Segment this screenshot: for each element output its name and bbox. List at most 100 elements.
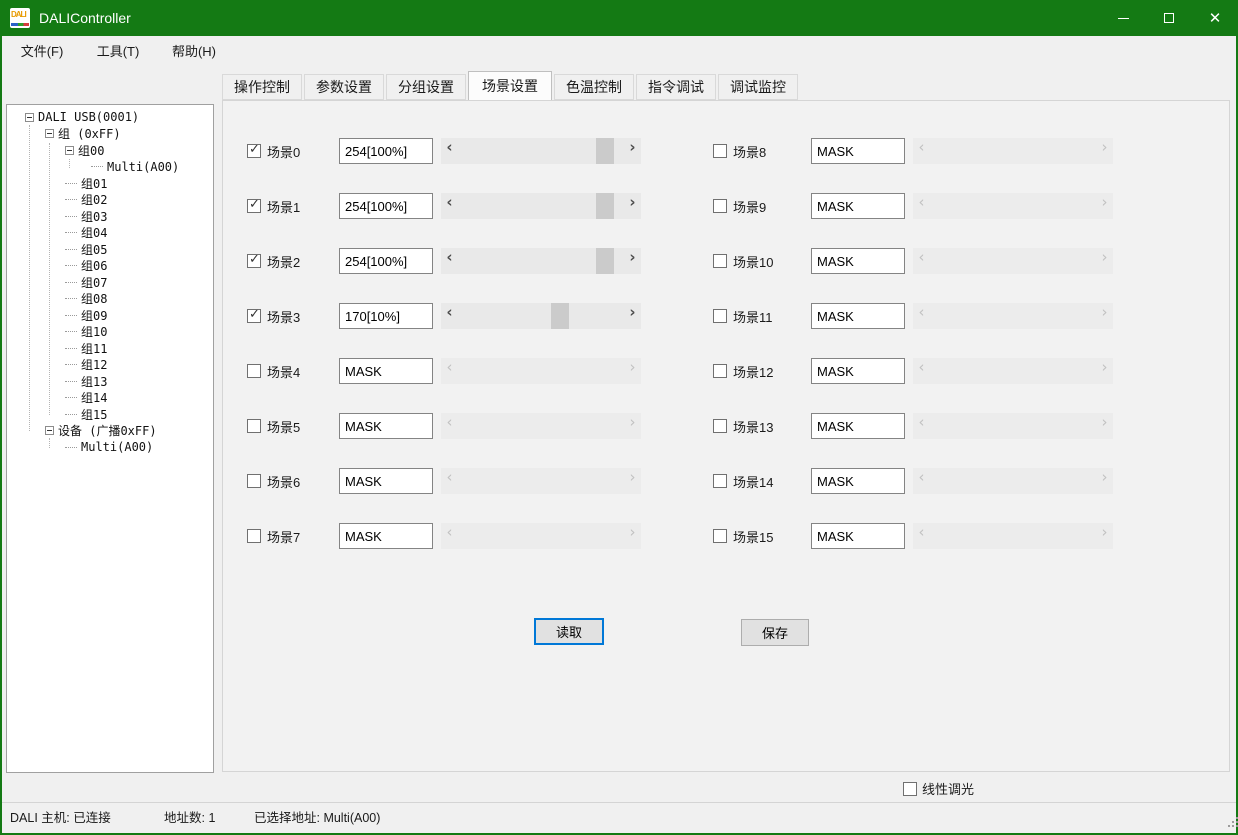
tab[interactable]: 分组设置 bbox=[386, 74, 466, 100]
scene-value-input[interactable] bbox=[811, 248, 905, 274]
scene-scrollbar[interactable]: ‹ › bbox=[441, 303, 641, 329]
scene-checkbox[interactable]: ✓ bbox=[713, 474, 727, 488]
tree-item[interactable]: 组10 bbox=[7, 324, 213, 341]
save-button[interactable]: 保存 bbox=[741, 619, 809, 646]
scene-checkbox[interactable]: ✓ bbox=[247, 309, 261, 323]
scene-value-input[interactable] bbox=[811, 138, 905, 164]
scroll-right-arrow-icon[interactable]: › bbox=[624, 248, 641, 274]
scene-checkbox[interactable]: ✓ bbox=[713, 309, 727, 323]
tree-item[interactable]: 组15 bbox=[7, 406, 213, 423]
scene-scrollbar[interactable]: ‹ › bbox=[441, 193, 641, 219]
scroll-right-arrow-icon[interactable]: › bbox=[624, 193, 641, 219]
scene-checkbox[interactable]: ✓ bbox=[713, 364, 727, 378]
scene-value-input[interactable] bbox=[339, 138, 433, 164]
tree-item[interactable]: 组11 bbox=[7, 340, 213, 357]
tree-item[interactable]: 组05 bbox=[7, 241, 213, 258]
scene-checkbox[interactable]: ✓ bbox=[713, 199, 727, 213]
scroll-left-arrow-icon[interactable]: ‹ bbox=[441, 413, 458, 439]
scene-scrollbar[interactable]: ‹ › bbox=[913, 303, 1113, 329]
minimize-button[interactable] bbox=[1100, 0, 1146, 36]
scroll-left-arrow-icon[interactable]: ‹ bbox=[913, 138, 930, 164]
scene-scrollbar[interactable]: ‹ › bbox=[913, 138, 1113, 164]
scene-scrollbar[interactable]: ‹ › bbox=[441, 358, 641, 384]
scene-checkbox[interactable]: ✓ bbox=[247, 419, 261, 433]
tree-item[interactable]: 组02 bbox=[7, 192, 213, 209]
scene-value-input[interactable] bbox=[339, 248, 433, 274]
scroll-left-arrow-icon[interactable]: ‹ bbox=[913, 523, 930, 549]
scrollbar-thumb[interactable] bbox=[596, 248, 614, 274]
scene-value-input[interactable] bbox=[339, 303, 433, 329]
scene-checkbox[interactable]: ✓ bbox=[713, 144, 727, 158]
scroll-left-arrow-icon[interactable]: ‹ bbox=[441, 358, 458, 384]
tree-item[interactable]: 组09 bbox=[7, 307, 213, 324]
scroll-left-arrow-icon[interactable]: ‹ bbox=[441, 303, 458, 329]
scene-checkbox[interactable]: ✓ bbox=[247, 199, 261, 213]
tree-item[interactable]: Multi(A00) bbox=[7, 159, 213, 176]
tree-expander-icon[interactable] bbox=[45, 426, 54, 435]
scrollbar-thumb[interactable] bbox=[596, 138, 614, 164]
scroll-right-arrow-icon[interactable]: › bbox=[1096, 303, 1113, 329]
scene-checkbox[interactable]: ✓ bbox=[713, 254, 727, 268]
tab[interactable]: 调试监控 bbox=[718, 74, 798, 100]
tree-item[interactable]: Multi(A00) bbox=[7, 439, 213, 456]
scene-scrollbar[interactable]: ‹ › bbox=[913, 468, 1113, 494]
menu-item[interactable]: 文件(F) bbox=[4, 36, 80, 68]
scroll-right-arrow-icon[interactable]: › bbox=[624, 303, 641, 329]
tree-expander-icon[interactable] bbox=[45, 129, 54, 138]
tab[interactable]: 场景设置 bbox=[468, 71, 552, 100]
scene-value-input[interactable] bbox=[811, 193, 905, 219]
tree-expander-icon[interactable] bbox=[25, 113, 34, 122]
scroll-right-arrow-icon[interactable]: › bbox=[1096, 138, 1113, 164]
scroll-left-arrow-icon[interactable]: ‹ bbox=[441, 138, 458, 164]
tree-item[interactable]: 组07 bbox=[7, 274, 213, 291]
scene-scrollbar[interactable]: ‹ › bbox=[441, 248, 641, 274]
read-button[interactable]: 读取 bbox=[534, 618, 604, 645]
scene-value-input[interactable] bbox=[811, 413, 905, 439]
scene-checkbox[interactable]: ✓ bbox=[247, 364, 261, 378]
scrollbar-thumb[interactable] bbox=[551, 303, 569, 329]
scroll-right-arrow-icon[interactable]: › bbox=[1096, 468, 1113, 494]
scene-scrollbar[interactable]: ‹ › bbox=[441, 413, 641, 439]
menu-item[interactable]: 工具(T) bbox=[80, 36, 156, 68]
scene-value-input[interactable] bbox=[339, 358, 433, 384]
tab[interactable]: 参数设置 bbox=[304, 74, 384, 100]
scroll-right-arrow-icon[interactable]: › bbox=[1096, 413, 1113, 439]
scroll-left-arrow-icon[interactable]: ‹ bbox=[913, 193, 930, 219]
scene-scrollbar[interactable]: ‹ › bbox=[441, 523, 641, 549]
scene-scrollbar[interactable]: ‹ › bbox=[913, 413, 1113, 439]
tree-item[interactable]: 组08 bbox=[7, 291, 213, 308]
scene-scrollbar[interactable]: ‹ › bbox=[913, 248, 1113, 274]
scroll-left-arrow-icon[interactable]: ‹ bbox=[913, 358, 930, 384]
scroll-right-arrow-icon[interactable]: › bbox=[1096, 358, 1113, 384]
tree-item[interactable]: 组00 bbox=[7, 142, 213, 159]
titlebar[interactable]: DALI DALIController ✕ bbox=[0, 0, 1238, 36]
scene-checkbox[interactable]: ✓ bbox=[713, 529, 727, 543]
scroll-right-arrow-icon[interactable]: › bbox=[624, 523, 641, 549]
scroll-left-arrow-icon[interactable]: ‹ bbox=[441, 468, 458, 494]
device-tree[interactable]: DALI USB(0001) 组 (0xFF) 组00 Multi(A00) 组… bbox=[6, 104, 214, 773]
scene-checkbox[interactable]: ✓ bbox=[713, 419, 727, 433]
scene-checkbox[interactable]: ✓ bbox=[247, 529, 261, 543]
scene-scrollbar[interactable]: ‹ › bbox=[441, 468, 641, 494]
scroll-right-arrow-icon[interactable]: › bbox=[1096, 523, 1113, 549]
scroll-right-arrow-icon[interactable]: › bbox=[624, 413, 641, 439]
tab[interactable]: 操作控制 bbox=[222, 74, 302, 100]
scene-value-input[interactable] bbox=[811, 468, 905, 494]
tree-item[interactable]: 组01 bbox=[7, 175, 213, 192]
tree-item[interactable]: 设备 (广播0xFF) bbox=[7, 423, 213, 440]
scroll-left-arrow-icon[interactable]: ‹ bbox=[441, 248, 458, 274]
scroll-right-arrow-icon[interactable]: › bbox=[624, 138, 641, 164]
scene-value-input[interactable] bbox=[811, 523, 905, 549]
scroll-left-arrow-icon[interactable]: ‹ bbox=[441, 193, 458, 219]
scene-scrollbar[interactable]: ‹ › bbox=[913, 193, 1113, 219]
scroll-right-arrow-icon[interactable]: › bbox=[624, 468, 641, 494]
tree-item[interactable]: 组14 bbox=[7, 390, 213, 407]
scene-value-input[interactable] bbox=[811, 303, 905, 329]
scene-value-input[interactable] bbox=[339, 413, 433, 439]
close-button[interactable]: ✕ bbox=[1192, 0, 1238, 36]
scene-checkbox[interactable]: ✓ bbox=[247, 254, 261, 268]
tree-item[interactable]: 组03 bbox=[7, 208, 213, 225]
tree-item[interactable]: DALI USB(0001) bbox=[7, 109, 213, 126]
tree-item[interactable]: 组12 bbox=[7, 357, 213, 374]
tree-item[interactable]: 组04 bbox=[7, 225, 213, 242]
